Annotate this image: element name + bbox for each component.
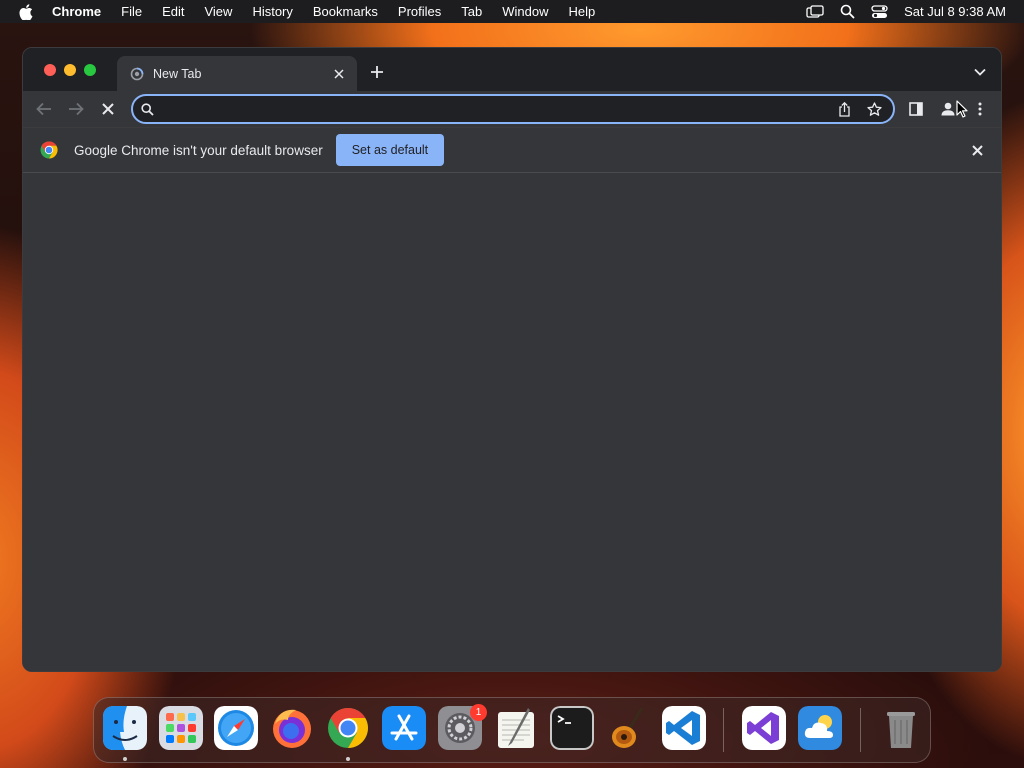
tab-title: New Tab bbox=[153, 66, 202, 81]
dock-app-garageband[interactable] bbox=[606, 706, 650, 750]
dock: 1 bbox=[93, 697, 931, 763]
menu-file[interactable]: File bbox=[111, 0, 152, 23]
more-menu-button[interactable] bbox=[969, 98, 991, 120]
side-panel-icon bbox=[909, 102, 923, 116]
menu-profiles[interactable]: Profiles bbox=[388, 0, 451, 23]
window-zoom-button[interactable] bbox=[84, 64, 96, 76]
dock-running-indicator bbox=[346, 757, 350, 761]
address-input[interactable] bbox=[159, 97, 833, 121]
address-bar[interactable] bbox=[131, 94, 895, 124]
dock-app-terminal[interactable] bbox=[550, 706, 594, 750]
bookmark-star-icon[interactable] bbox=[863, 98, 885, 120]
window-close-button[interactable] bbox=[44, 64, 56, 76]
forward-button[interactable] bbox=[65, 98, 87, 120]
menubar-clock[interactable]: Sat Jul 8 9:38 AM bbox=[896, 4, 1006, 19]
dock-app-launchpad[interactable] bbox=[159, 706, 203, 750]
visual-studio-icon bbox=[742, 706, 786, 750]
set-as-default-button[interactable]: Set as default bbox=[335, 134, 445, 166]
dock-app-weather[interactable] bbox=[798, 706, 842, 750]
dock-app-safari[interactable] bbox=[214, 706, 258, 750]
menu-bar: Chrome File Edit View History Bookmarks … bbox=[0, 0, 1024, 23]
dock-separator bbox=[723, 708, 724, 752]
page-content-area[interactable] bbox=[23, 173, 1001, 671]
finder-icon bbox=[103, 706, 147, 750]
share-icon[interactable] bbox=[833, 98, 855, 120]
dock-app-vscode[interactable] bbox=[662, 706, 706, 750]
arrow-left-icon bbox=[36, 102, 51, 116]
safari-icon bbox=[214, 706, 258, 750]
browser-toolbar bbox=[23, 91, 1001, 127]
menu-view[interactable]: View bbox=[194, 0, 242, 23]
dock-app-finder[interactable] bbox=[103, 706, 147, 750]
apple-menu[interactable] bbox=[0, 3, 52, 20]
infobar-close-icon[interactable] bbox=[969, 142, 985, 158]
dock-app-textedit[interactable] bbox=[494, 706, 538, 750]
stop-loading-button[interactable] bbox=[97, 98, 119, 120]
dock-running-indicator bbox=[123, 757, 127, 761]
new-tab-button[interactable] bbox=[367, 62, 387, 82]
menu-window[interactable]: Window bbox=[492, 0, 558, 23]
spotlight-search-icon[interactable] bbox=[832, 4, 863, 19]
menu-history[interactable]: History bbox=[242, 0, 302, 23]
tab-close-icon[interactable] bbox=[329, 64, 349, 84]
tab-search-button[interactable] bbox=[971, 63, 989, 81]
textedit-icon bbox=[498, 708, 534, 748]
chrome-window: New Tab Google Chrome isn't your default… bbox=[22, 47, 1002, 672]
arrow-right-icon bbox=[69, 102, 84, 116]
firefox-icon bbox=[273, 709, 311, 748]
search-icon bbox=[141, 102, 159, 116]
trash-icon bbox=[887, 712, 915, 748]
kebab-menu-icon bbox=[978, 102, 982, 116]
menu-help[interactable]: Help bbox=[559, 0, 606, 23]
infobar-message: Google Chrome isn't your default browser bbox=[74, 142, 323, 158]
plus-icon bbox=[371, 66, 383, 78]
dock-app-visual-studio[interactable] bbox=[742, 706, 786, 750]
dock-app-firefox[interactable] bbox=[270, 706, 314, 750]
notification-badge: 1 bbox=[470, 704, 487, 721]
chevron-down-icon bbox=[974, 68, 986, 76]
menu-tab[interactable]: Tab bbox=[451, 0, 492, 23]
apple-icon bbox=[19, 3, 33, 20]
app-store-icon bbox=[382, 706, 426, 750]
profile-icon bbox=[941, 102, 955, 116]
screen-mirroring-icon[interactable] bbox=[798, 4, 832, 19]
launchpad-icon bbox=[159, 706, 203, 750]
chrome-logo-icon bbox=[40, 141, 58, 159]
back-button[interactable] bbox=[33, 98, 55, 120]
control-center-icon[interactable] bbox=[863, 4, 896, 19]
dock-app-app-store[interactable] bbox=[382, 706, 426, 750]
menu-edit[interactable]: Edit bbox=[152, 0, 194, 23]
side-panel-button[interactable] bbox=[905, 98, 927, 120]
tab-strip: New Tab bbox=[23, 48, 1001, 91]
dock-app-trash[interactable] bbox=[879, 706, 923, 750]
mouse-cursor-icon bbox=[956, 100, 968, 118]
tab-new-tab[interactable]: New Tab bbox=[117, 56, 357, 91]
menu-bookmarks[interactable]: Bookmarks bbox=[303, 0, 388, 23]
menu-app-chrome[interactable]: Chrome bbox=[52, 0, 111, 23]
close-icon bbox=[102, 103, 114, 115]
vscode-icon bbox=[662, 706, 706, 750]
weather-cloud-icon bbox=[798, 706, 842, 750]
chrome-icon bbox=[328, 708, 368, 748]
dock-app-chrome[interactable] bbox=[326, 706, 370, 750]
window-minimize-button[interactable] bbox=[64, 64, 76, 76]
tab-loading-icon bbox=[129, 66, 145, 82]
guitar-icon bbox=[612, 707, 644, 748]
default-browser-infobar: Google Chrome isn't your default browser… bbox=[23, 127, 1001, 173]
dock-separator bbox=[860, 708, 861, 752]
terminal-icon bbox=[550, 706, 594, 750]
